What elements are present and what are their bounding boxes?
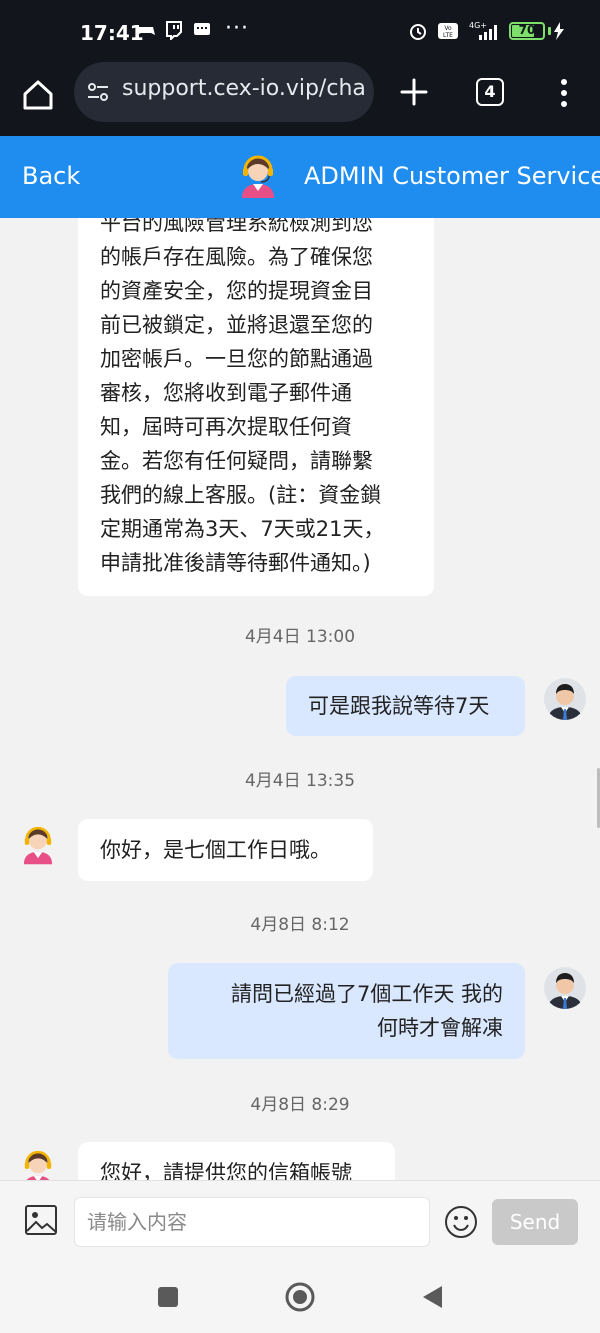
- message-text: 平台的風險管理系統檢測到您 的帳戶存在風險。為了確保您 的資產安全，您的提現資金…: [100, 218, 385, 575]
- volte-icon: VoLTE: [438, 23, 458, 39]
- battery-level: 70: [518, 23, 536, 37]
- customer-service-agent-icon: [24, 1150, 52, 1180]
- twitch-icon: [166, 21, 182, 40]
- message-timestamp: 4月4日 13:00: [244, 627, 356, 647]
- url-text: support.cex-io.vip/cha: [122, 76, 366, 101]
- message-input[interactable]: [74, 1197, 430, 1247]
- message-bubble-received: 平台的風險管理系統檢測到您 的帳戶存在風險。為了確保您 的資產安全，您的提現資金…: [78, 218, 434, 596]
- message-timestamp: 4月4日 13:35: [244, 771, 356, 791]
- circle-icon[interactable]: [284, 1281, 316, 1313]
- message-list[interactable]: 平台的風險管理系統檢測到您 的帳戶存在風險。為了確保您 的資產安全，您的提現資金…: [0, 218, 600, 1180]
- status-bar: 17:41 ··· Vo LTE 4G+ 70: [0, 0, 600, 62]
- page-title: ADMIN Customer Service: [304, 162, 600, 190]
- message-text: 請問已經過了7個工作天 我的 何時才會解凍: [230, 982, 503, 1040]
- more-notifications: ···: [225, 16, 249, 41]
- system-nav-bar: [0, 1262, 600, 1333]
- triangle-back-icon[interactable]: [418, 1282, 448, 1312]
- plus-icon[interactable]: [396, 74, 432, 110]
- back-button[interactable]: Back: [22, 162, 80, 190]
- svg-text:LTE: LTE: [443, 32, 453, 39]
- message-timestamp: 4月8日 8:12: [250, 915, 350, 935]
- message-bubble-received: 您好，請提供您的信箱帳號: [78, 1142, 395, 1180]
- battery-icon: 70: [509, 22, 564, 40]
- alarm-icon: [410, 24, 426, 40]
- game-controller-icon: [137, 27, 155, 35]
- svg-text:4G+: 4G+: [469, 21, 487, 30]
- send-button[interactable]: Send: [492, 1199, 578, 1245]
- message-text: 可是跟我說等待7天: [308, 694, 490, 718]
- message-bubble-received: 你好，是七個工作日哦。: [78, 819, 373, 881]
- status-time: 17:41: [80, 21, 144, 45]
- message-text: 你好，是七個工作日哦。: [100, 838, 331, 862]
- tab-switcher-button[interactable]: 4: [476, 78, 504, 106]
- customer-service-agent-icon: [242, 155, 274, 198]
- address-bar[interactable]: support.cex-io.vip/cha: [74, 62, 374, 122]
- message-bubble-sent: 可是跟我說等待7天: [286, 676, 525, 736]
- user-avatar: [544, 678, 586, 720]
- notification-icons: [136, 20, 212, 40]
- site-settings-icon[interactable]: [86, 80, 110, 104]
- message-text: 您好，請提供您的信箱帳號: [100, 1161, 352, 1180]
- image-icon[interactable]: [24, 1203, 58, 1237]
- charging-icon: [554, 22, 564, 40]
- message-bubble-sent: 請問已經過了7個工作天 我的 何時才會解凍: [168, 963, 525, 1059]
- more-vert-icon[interactable]: [552, 76, 576, 110]
- signal-icon: 4G+: [469, 21, 497, 40]
- home-icon[interactable]: [18, 75, 58, 115]
- user-avatar: [544, 967, 586, 1009]
- browser-toolbar: support.cex-io.vip/cha 4: [0, 62, 600, 136]
- message-timestamp: 4月8日 8:29: [250, 1095, 350, 1115]
- square-icon[interactable]: [153, 1282, 183, 1312]
- svg-text:Vo: Vo: [444, 25, 452, 32]
- emoji-icon[interactable]: [444, 1205, 478, 1239]
- customer-service-agent-icon: [23, 826, 53, 865]
- system-icons: Vo LTE 4G+ 70: [407, 20, 564, 42]
- message-icon: [194, 23, 210, 35]
- chat-header: Back ADMIN Customer Service: [0, 136, 600, 218]
- message-composer: Send: [0, 1180, 600, 1262]
